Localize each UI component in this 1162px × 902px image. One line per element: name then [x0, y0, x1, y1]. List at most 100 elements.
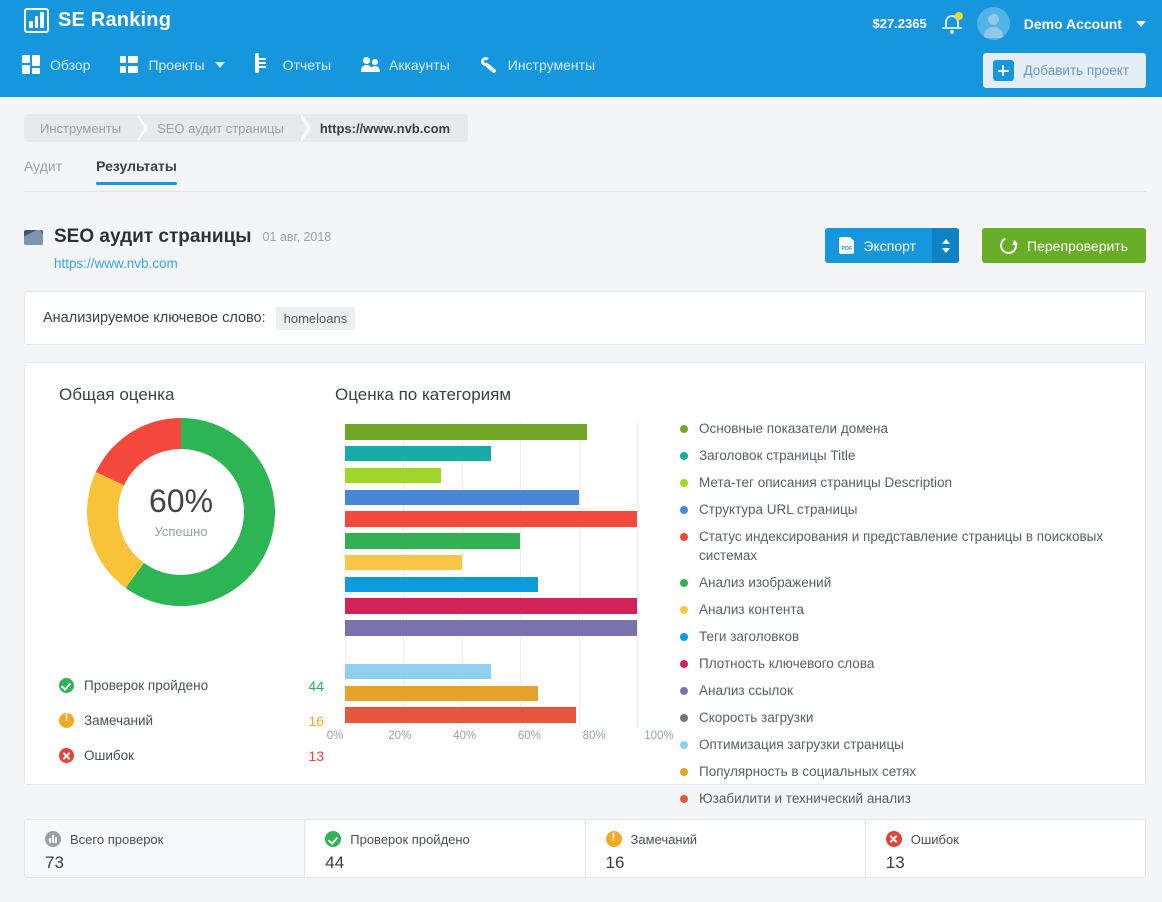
donut-percent: 60%: [148, 483, 214, 519]
main-nav: Обзор Проекты Отчеты Аккаунты Инструмент…: [22, 53, 595, 74]
status-warn-icon: [605, 830, 622, 847]
legend-item[interactable]: Основные показатели домена: [680, 419, 1125, 438]
nav-label-overview: Обзор: [50, 56, 91, 73]
brand-name: SE Ranking: [58, 9, 172, 31]
bar[interactable]: [345, 467, 442, 484]
add-project-button[interactable]: Добавить проект: [982, 53, 1146, 88]
bar[interactable]: [345, 576, 538, 593]
legend-color-dot: [680, 795, 688, 803]
tools-wrench-icon: [480, 55, 499, 74]
recheck-label: Перепроверить: [1027, 237, 1128, 254]
x-axis-tick-label: 100%: [644, 730, 674, 742]
legend-item[interactable]: Анализ ссылок: [680, 681, 1125, 700]
bar[interactable]: [345, 445, 491, 462]
updown-arrows-icon: [941, 238, 950, 244]
legend-item[interactable]: Анализ контента: [680, 600, 1125, 619]
legend-color-dot: [680, 579, 688, 587]
legend-item[interactable]: Популярность в социальных сетях: [680, 762, 1125, 781]
legend-color-dot: [680, 479, 688, 487]
x-axis-tick-label: 20%: [388, 730, 412, 742]
legend-item[interactable]: Структура URL страницы: [680, 500, 1125, 519]
legend-item-label: Скорость загрузки: [699, 710, 814, 725]
categories-bar-chart: 0% 20% 40% 60% 80% 100%: [327, 422, 674, 752]
reload-icon: [997, 234, 1020, 257]
nav-item-projects[interactable]: Проекты: [120, 55, 225, 74]
categories-score-title: Оценка по категориям: [335, 385, 512, 404]
legend-item[interactable]: Скорость загрузки: [680, 708, 1125, 727]
summary-cards: Всего проверок 73 Проверок пройдено 44 Замеч…: [24, 819, 1146, 878]
legend-item[interactable]: Статус индексирования и представление ст…: [680, 527, 1125, 565]
bar-slot: [345, 683, 637, 705]
nav-item-overview[interactable]: Обзор: [22, 55, 90, 74]
bar[interactable]: [345, 620, 637, 636]
x-axis-tick-label: 60%: [517, 730, 541, 742]
brand-logo-link[interactable]: SE Ranking: [24, 8, 171, 33]
bar[interactable]: [345, 554, 462, 571]
bar[interactable]: [345, 424, 588, 440]
bar-slot: [345, 422, 637, 444]
bar-slot: [345, 466, 637, 488]
bar-slot: [345, 596, 637, 618]
x-axis-tick-label: 0%: [326, 730, 344, 742]
legend-item[interactable]: Теги заголовков: [680, 627, 1125, 646]
export-button[interactable]: Экспорт: [825, 228, 959, 263]
bar-chart-logo-icon: [24, 8, 49, 33]
nav-label-accounts: Аккаунты: [389, 56, 450, 73]
nav-label-projects: Проекты: [148, 56, 205, 73]
overall-score-title: Общая оценка: [59, 385, 175, 404]
export-dropdown-toggle[interactable]: [932, 228, 959, 263]
recheck-button[interactable]: Перепроверить: [982, 228, 1146, 263]
gridline: [637, 422, 638, 727]
bar[interactable]: [345, 598, 637, 614]
account-balance[interactable]: $27.2365: [872, 16, 926, 31]
notification-bell-icon[interactable]: [941, 11, 963, 36]
page-url-link[interactable]: https://www.nvb.com: [54, 256, 331, 271]
summary-card-label: Ошибок: [910, 831, 959, 847]
nav-label-reports: Отчеты: [282, 56, 332, 73]
legend-item[interactable]: Заголовок страницы Title: [680, 446, 1125, 465]
bar[interactable]: [345, 707, 576, 723]
summary-card-label: Всего проверок: [70, 831, 164, 847]
bar[interactable]: [345, 685, 538, 702]
tab-results[interactable]: Результаты: [96, 158, 177, 185]
bar-slot: [345, 640, 637, 662]
breadcrumb-item-seo-audit[interactable]: SEO аудит страницы: [135, 114, 311, 142]
tab-bar: Аудит Результаты: [24, 158, 177, 185]
legend-item[interactable]: Мета-тег описания страницы Description: [680, 473, 1125, 492]
account-name[interactable]: Demo Account: [1024, 16, 1122, 32]
chevron-down-icon[interactable]: [214, 61, 225, 68]
overall-stat-label: Ошибок: [84, 748, 135, 763]
add-project-label: Добавить проект: [1023, 63, 1130, 78]
breadcrumb-item-tools[interactable]: Инструменты: [24, 114, 149, 142]
legend-color-dot: [680, 425, 688, 433]
top-header-bar: SE Ranking $27.2365 Demo Account Обзор П…: [0, 0, 1162, 97]
overall-score-donut-chart: 60% Успешно: [87, 418, 275, 606]
summary-card: Проверок пройдено 44: [305, 819, 586, 878]
status-ok-icon: [325, 831, 342, 847]
chevron-down-icon[interactable]: [1136, 20, 1146, 27]
legend-item[interactable]: Анализ изображений: [680, 573, 1125, 592]
summary-card-value: 73: [45, 853, 64, 872]
overall-stat-value: 16: [308, 712, 324, 729]
x-axis-tick-label: 40%: [453, 730, 477, 742]
legend-color-dot: [680, 452, 688, 460]
legend-color-dot: [680, 506, 688, 514]
dashboard-grid-icon: [22, 55, 41, 74]
bar[interactable]: [345, 489, 579, 506]
nav-item-tools[interactable]: Инструменты: [480, 55, 595, 74]
legend-item[interactable]: Юзабилити и технический анализ: [680, 789, 1125, 808]
legend-item[interactable]: Плотность ключевого слова: [680, 654, 1125, 673]
nav-label-tools: Инструменты: [507, 56, 596, 73]
legend-item-label: Анализ изображений: [699, 575, 832, 590]
tab-audit[interactable]: Аудит: [24, 158, 62, 185]
legend-color-dot: [680, 660, 688, 668]
user-avatar-icon[interactable]: [976, 7, 1010, 40]
bar[interactable]: [345, 511, 637, 527]
nav-item-accounts[interactable]: Аккаунты: [361, 55, 450, 74]
projects-list-icon: [120, 55, 139, 74]
legend-color-dot: [680, 741, 688, 749]
nav-item-reports[interactable]: Отчеты: [254, 53, 332, 74]
bar[interactable]: [345, 533, 521, 549]
bar[interactable]: [345, 663, 491, 680]
legend-item[interactable]: Оптимизация загрузки страницы: [680, 735, 1125, 754]
